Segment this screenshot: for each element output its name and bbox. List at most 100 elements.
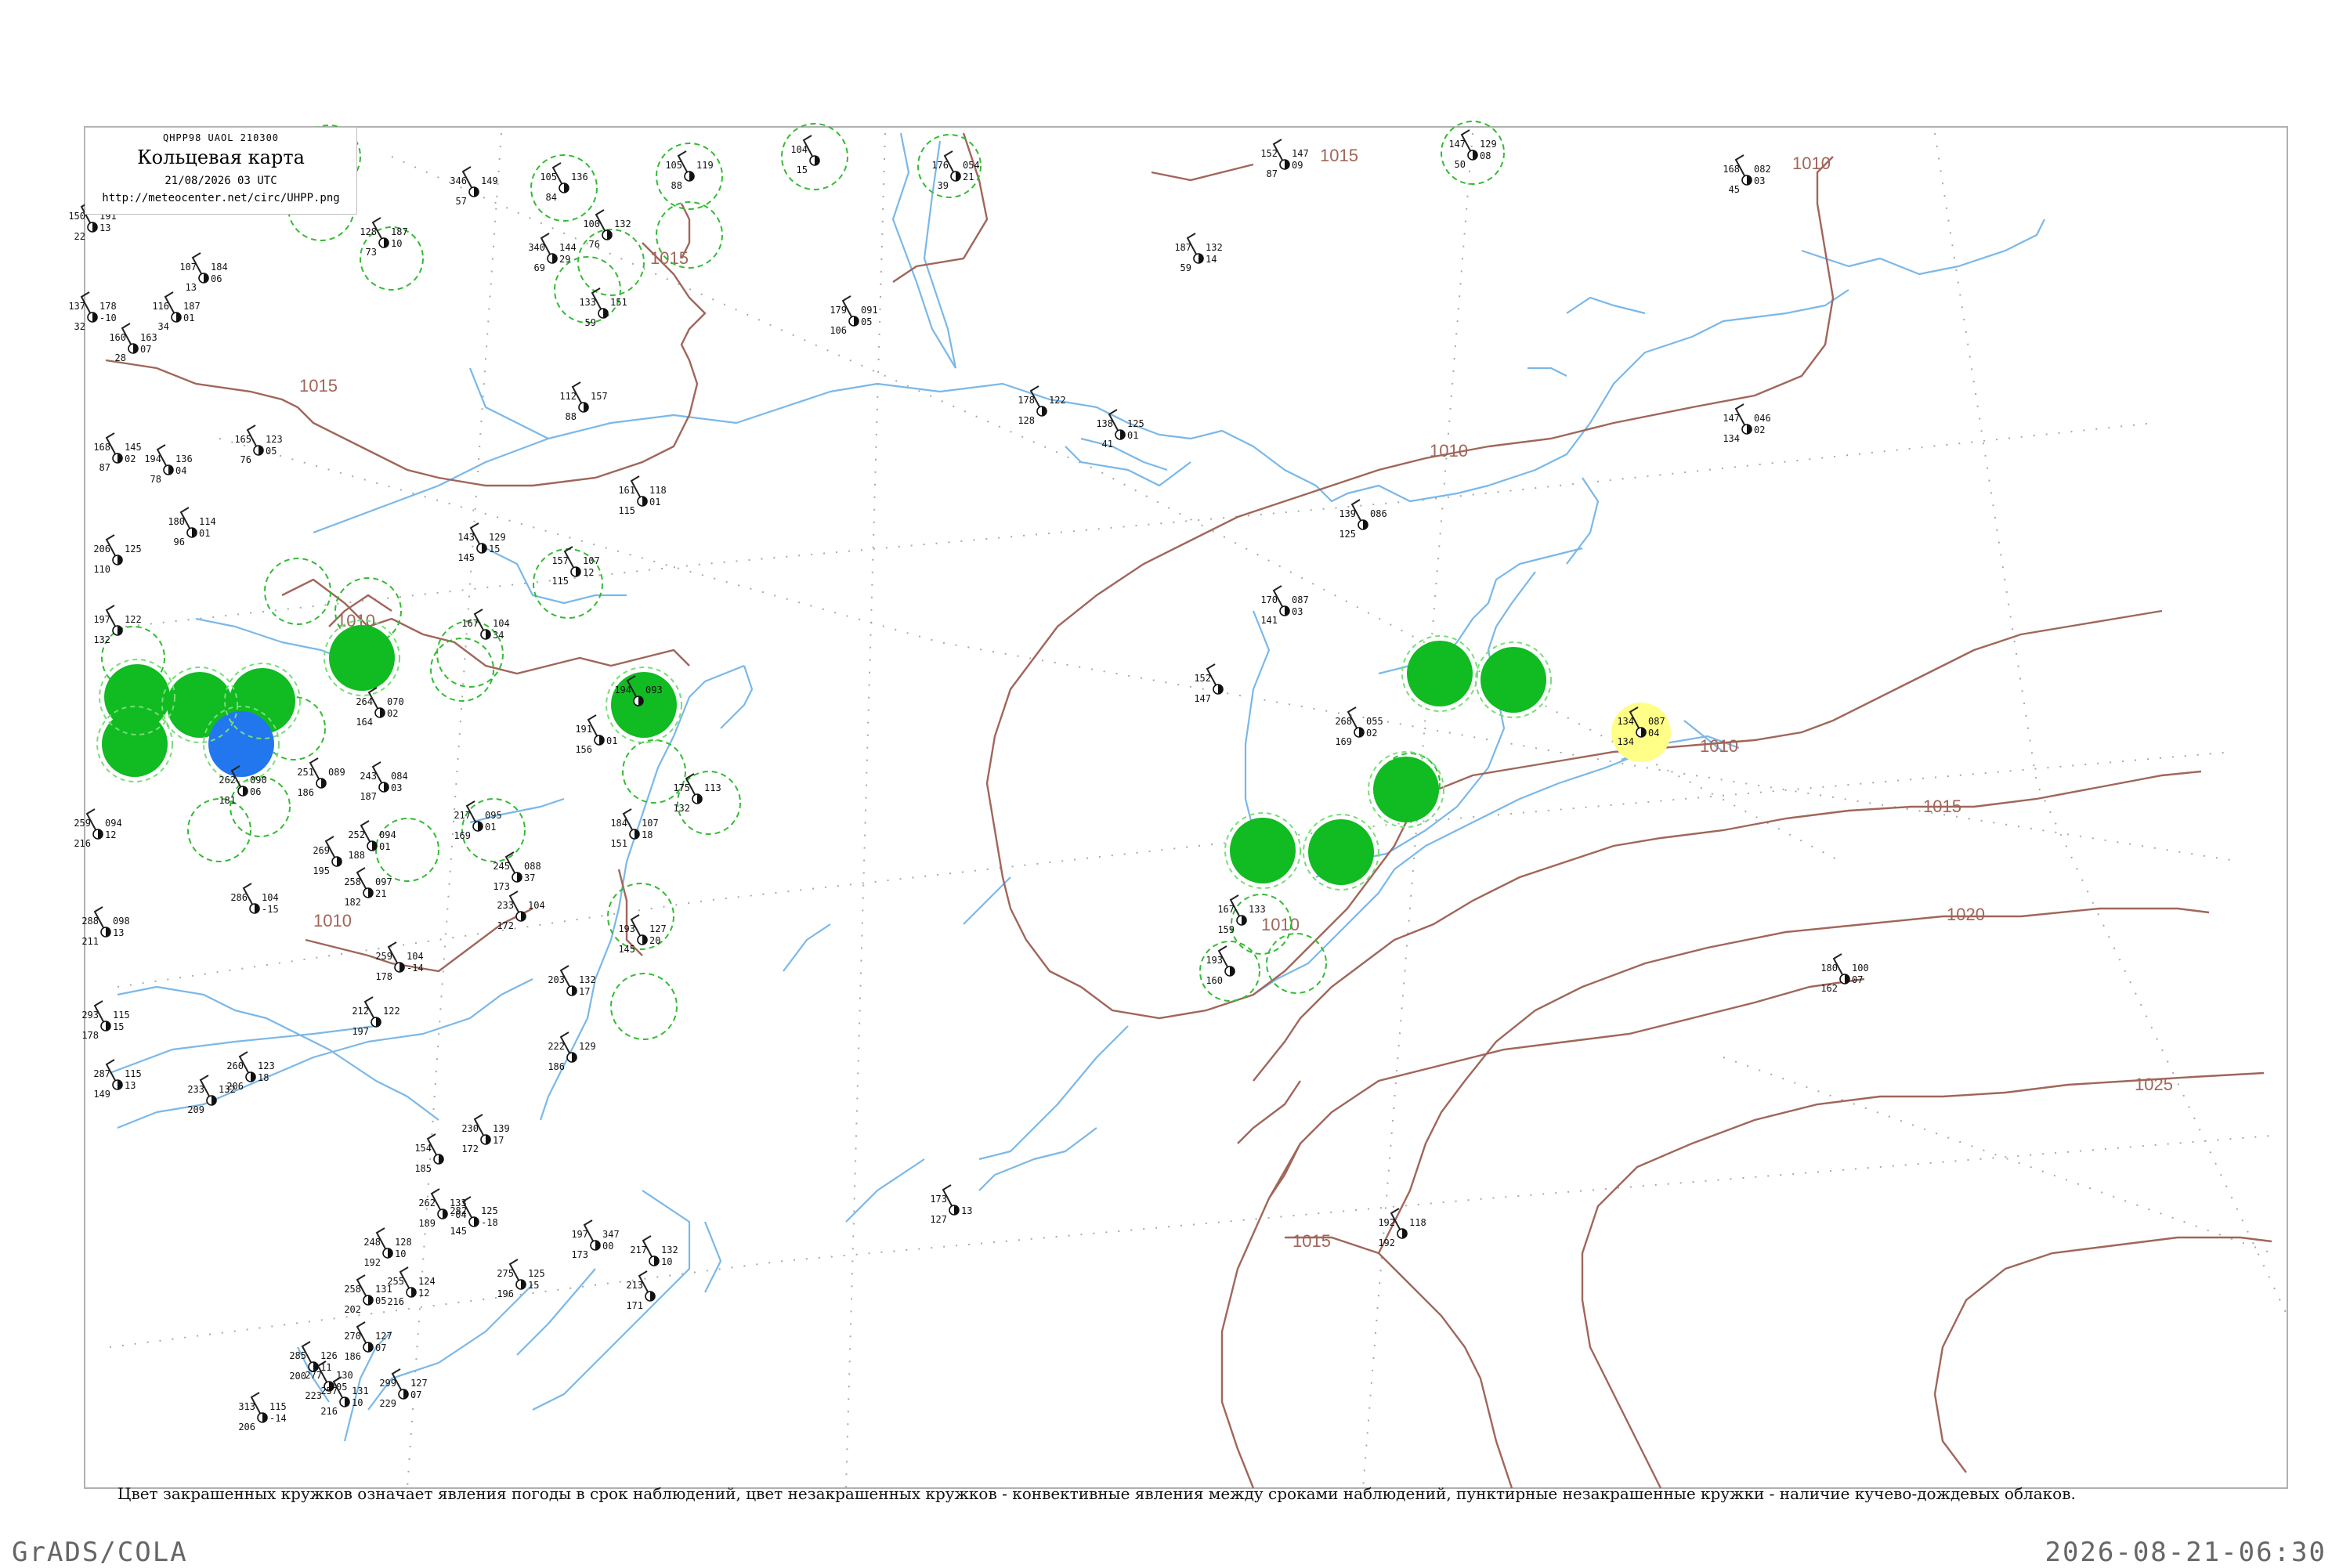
pressure-tendency: 01 <box>1127 430 1138 441</box>
station-model: 260 206 12318 <box>226 1051 275 1092</box>
station-model: 275 196 12515 <box>497 1259 545 1299</box>
pressure-value: 122 <box>1049 395 1066 406</box>
weather-circle-green <box>102 711 168 777</box>
pressure-value: 125 <box>125 544 142 555</box>
air-temperature: 187 <box>1174 242 1191 253</box>
dew-point: 125 <box>1339 529 1356 540</box>
air-temperature: 217 <box>630 1245 647 1255</box>
dew-point: 59 <box>585 317 596 328</box>
weather-circle-green <box>1308 819 1374 885</box>
pressure-value: 163 <box>140 332 157 343</box>
pressure-tendency: 01 <box>649 497 660 508</box>
dew-point: 206 <box>238 1422 255 1433</box>
air-temperature: 147 <box>1448 139 1466 150</box>
station-model: 217 13210 <box>630 1235 678 1267</box>
pressure-value: 094 <box>105 818 122 829</box>
air-temperature: 252 <box>348 829 365 840</box>
dew-point: 28 <box>115 352 126 363</box>
air-temperature: 286 <box>230 892 248 903</box>
station-model: 259 178 104-14 <box>375 941 424 982</box>
air-temperature: 293 <box>81 1010 99 1021</box>
pressure-tendency: 07 <box>375 1342 386 1353</box>
pressure-tendency: -14 <box>269 1413 287 1424</box>
air-temperature: 251 <box>297 767 314 778</box>
station-model: 264 164 07002 <box>356 687 404 728</box>
dew-point: 87 <box>99 462 110 473</box>
dew-point: 192 <box>363 1257 381 1268</box>
dew-point: 202 <box>344 1304 361 1315</box>
dew-point: 41 <box>1102 439 1113 450</box>
pressure-value: 129 <box>1480 139 1497 150</box>
dew-point: 216 <box>74 838 91 849</box>
air-temperature: 270 <box>344 1331 361 1342</box>
footer-software: GrADS/COLA <box>12 1537 188 1568</box>
pressure-value: 131 <box>352 1386 369 1396</box>
station-model: 206 110 125 <box>93 534 142 575</box>
pressure-tendency: 09 <box>1292 160 1303 171</box>
station-model: 193 160 <box>1206 945 1235 986</box>
air-temperature: 264 <box>356 696 373 707</box>
air-temperature: 230 <box>461 1123 479 1134</box>
dew-point: 96 <box>174 537 185 547</box>
station-model: 147 134 04602 <box>1723 403 1771 444</box>
air-temperature: 160 <box>109 332 126 343</box>
dew-point: 132 <box>93 634 110 645</box>
station-model: 268 169 05502 <box>1335 706 1383 747</box>
station-model: 258 202 13105 <box>344 1274 392 1315</box>
map-title: Кольцевая карта <box>137 146 305 168</box>
station-model: 184 151 10718 <box>610 808 659 849</box>
dew-point: 159 <box>1217 924 1235 935</box>
air-temperature: 262 <box>418 1198 436 1209</box>
dew-point: 106 <box>830 325 847 336</box>
dew-point: 34 <box>158 321 169 332</box>
dew-point: 145 <box>450 1226 467 1237</box>
air-temperature: 147 <box>1723 413 1740 424</box>
weather-circle-green <box>1480 647 1546 713</box>
weather-circle-blue <box>208 711 274 777</box>
air-temperature: 282 <box>450 1205 467 1216</box>
air-temperature: 245 <box>493 861 510 872</box>
station-model: 213 171 <box>626 1270 656 1311</box>
air-temperature: 143 <box>457 532 475 543</box>
dew-point: 87 <box>1267 168 1278 179</box>
dew-point: 196 <box>497 1288 514 1299</box>
isobar-label: 1010 <box>1430 441 1468 461</box>
pressure-value: 129 <box>579 1041 596 1052</box>
air-temperature: 288 <box>81 916 99 927</box>
pressure-value: 139 <box>493 1123 510 1134</box>
dew-point: 78 <box>150 474 161 485</box>
pressure-tendency: 01 <box>485 822 496 833</box>
pressure-tendency: 12 <box>105 829 116 840</box>
station-model: 233 172 104 <box>497 891 545 931</box>
pressure-tendency: 04 <box>175 465 186 476</box>
dew-point: 229 <box>379 1398 396 1409</box>
pressure-value: 144 <box>559 242 577 253</box>
station-model: 230 172 13917 <box>461 1114 510 1154</box>
dew-point: 22 <box>74 231 85 242</box>
dew-point: 76 <box>240 454 251 465</box>
station-model: 258 182 09721 <box>344 867 392 908</box>
dew-point: 45 <box>1729 184 1740 195</box>
pressure-tendency: 18 <box>258 1072 269 1083</box>
isobar-label: 1010 <box>1700 736 1738 756</box>
air-temperature: 179 <box>830 305 847 316</box>
air-temperature: 260 <box>226 1060 244 1071</box>
dew-point: 69 <box>534 262 545 273</box>
air-temperature: 258 <box>344 1284 361 1295</box>
dew-point: 223 <box>305 1390 322 1401</box>
air-temperature: 107 <box>179 262 197 273</box>
synoptic-map: 1015 1015 1010 1010 1015 1020 1025 1015 … <box>68 121 2288 1489</box>
dew-point: 134 <box>1723 433 1740 444</box>
legend-caption: Цвет закрашенных кружков означает явлени… <box>118 1484 2076 1503</box>
dew-point: 145 <box>457 552 475 563</box>
pressure-value: 087 <box>1648 716 1665 727</box>
air-temperature: 191 <box>575 724 592 735</box>
pressure-tendency: 05 <box>336 1382 347 1393</box>
pressure-value: 097 <box>375 876 392 887</box>
air-temperature: 193 <box>1206 955 1223 966</box>
air-temperature: 258 <box>344 876 361 887</box>
dew-point: 172 <box>497 920 514 931</box>
dew-point: 178 <box>375 971 392 982</box>
pressure-tendency: 14 <box>1206 254 1217 265</box>
station-model: 217 169 09501 <box>454 800 502 841</box>
